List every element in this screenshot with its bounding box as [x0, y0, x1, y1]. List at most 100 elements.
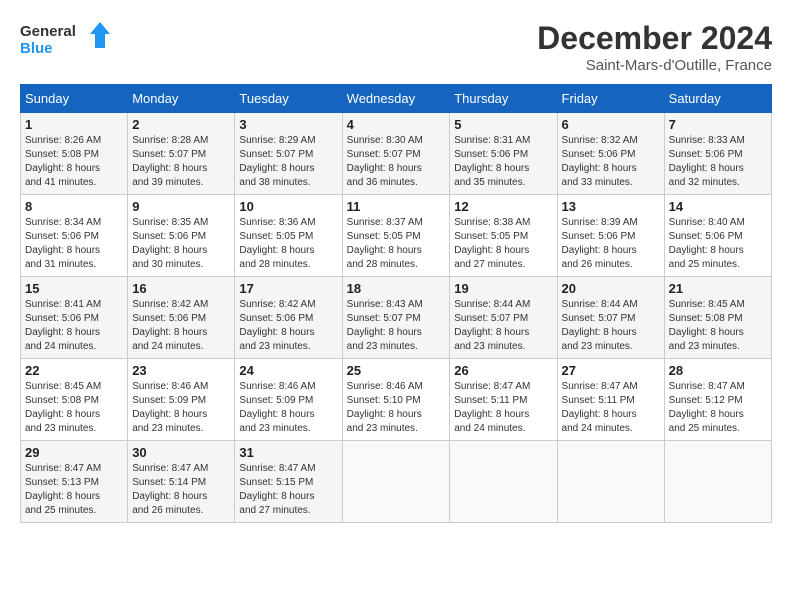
- day-info: Sunrise: 8:26 AM Sunset: 5:08 PM Dayligh…: [25, 134, 123, 190]
- day-number: 16: [132, 281, 230, 296]
- calendar-cell: 3 Sunrise: 8:29 AM Sunset: 5:07 PM Daylig…: [235, 113, 342, 195]
- day-number: 8: [25, 199, 123, 214]
- day-info: Sunrise: 8:35 AM Sunset: 5:06 PM Dayligh…: [132, 216, 230, 272]
- day-info: Sunrise: 8:47 AM Sunset: 5:11 PM Dayligh…: [562, 380, 660, 436]
- calendar-cell: 28 Sunrise: 8:47 AM Sunset: 5:12 PM Dayli…: [664, 359, 771, 441]
- day-info: Sunrise: 8:30 AM Sunset: 5:07 PM Dayligh…: [347, 134, 446, 190]
- calendar-cell: [557, 441, 664, 523]
- calendar-cell: 19 Sunrise: 8:44 AM Sunset: 5:07 PM Dayli…: [450, 277, 557, 359]
- calendar-cell: 21 Sunrise: 8:45 AM Sunset: 5:08 PM Dayli…: [664, 277, 771, 359]
- day-number: 6: [562, 117, 660, 132]
- day-info: Sunrise: 8:46 AM Sunset: 5:09 PM Dayligh…: [239, 380, 337, 436]
- day-number: 2: [132, 117, 230, 132]
- day-info: Sunrise: 8:29 AM Sunset: 5:07 PM Dayligh…: [239, 134, 337, 190]
- day-number: 26: [454, 363, 552, 378]
- calendar-cell: 26 Sunrise: 8:47 AM Sunset: 5:11 PM Dayli…: [450, 359, 557, 441]
- calendar-cell: 15 Sunrise: 8:41 AM Sunset: 5:06 PM Dayli…: [21, 277, 128, 359]
- day-number: 9: [132, 199, 230, 214]
- day-number: 24: [239, 363, 337, 378]
- day-number: 23: [132, 363, 230, 378]
- calendar-cell: 18Sunrise: 8:43 AM Sunset: 5:07 PM Dayli…: [342, 277, 450, 359]
- header-thursday: Thursday: [450, 85, 557, 113]
- day-number: 17: [239, 281, 337, 296]
- calendar-cell: [450, 441, 557, 523]
- calendar-week-4: 22Sunrise: 8:45 AM Sunset: 5:08 PM Dayli…: [21, 359, 772, 441]
- day-info: Sunrise: 8:47 AM Sunset: 5:13 PM Dayligh…: [25, 462, 123, 518]
- day-number: 7: [669, 117, 767, 132]
- calendar-week-5: 29 Sunrise: 8:47 AM Sunset: 5:13 PM Dayli…: [21, 441, 772, 523]
- month-title: December 2024: [537, 20, 772, 57]
- calendar-cell: [342, 441, 450, 523]
- day-number: 20: [562, 281, 660, 296]
- day-info: Sunrise: 8:39 AM Sunset: 5:06 PM Dayligh…: [562, 216, 660, 272]
- day-number: 27: [562, 363, 660, 378]
- day-number: 4: [347, 117, 446, 132]
- svg-text:General: General: [20, 23, 76, 40]
- day-info: Sunrise: 8:47 AM Sunset: 5:11 PM Dayligh…: [454, 380, 552, 436]
- calendar-cell: 20 Sunrise: 8:44 AM Sunset: 5:07 PM Dayli…: [557, 277, 664, 359]
- header-monday: Monday: [128, 85, 235, 113]
- title-block: December 2024 Saint-Mars-d'Outille, Fran…: [537, 20, 772, 74]
- day-info: Sunrise: 8:46 AM Sunset: 5:10 PM Dayligh…: [347, 380, 446, 436]
- calendar-cell: 24 Sunrise: 8:46 AM Sunset: 5:09 PM Dayli…: [235, 359, 342, 441]
- day-number: 11: [347, 199, 446, 214]
- calendar-cell: 22Sunrise: 8:45 AM Sunset: 5:08 PM Dayli…: [21, 359, 128, 441]
- day-number: 10: [239, 199, 337, 214]
- day-number: 18: [347, 281, 446, 296]
- calendar-cell: 7 Sunrise: 8:33 AM Sunset: 5:06 PM Daylig…: [664, 113, 771, 195]
- page-header: General Blue December 2024 Saint-Mars-d'…: [20, 20, 772, 74]
- calendar-body: 1 Sunrise: 8:26 AM Sunset: 5:08 PM Daylig…: [21, 113, 772, 523]
- day-number: 5: [454, 117, 552, 132]
- day-info: Sunrise: 8:44 AM Sunset: 5:07 PM Dayligh…: [562, 298, 660, 354]
- day-number: 3: [239, 117, 337, 132]
- calendar-week-2: 8 Sunrise: 8:34 AM Sunset: 5:06 PM Daylig…: [21, 195, 772, 277]
- calendar-cell: 13Sunrise: 8:39 AM Sunset: 5:06 PM Dayli…: [557, 195, 664, 277]
- svg-text:Blue: Blue: [20, 40, 53, 57]
- day-info: Sunrise: 8:34 AM Sunset: 5:06 PM Dayligh…: [25, 216, 123, 272]
- day-info: Sunrise: 8:47 AM Sunset: 5:14 PM Dayligh…: [132, 462, 230, 518]
- day-number: 29: [25, 445, 123, 460]
- day-info: Sunrise: 8:42 AM Sunset: 5:06 PM Dayligh…: [239, 298, 337, 354]
- calendar-cell: 2Sunrise: 8:28 AM Sunset: 5:07 PM Daylig…: [128, 113, 235, 195]
- day-info: Sunrise: 8:36 AM Sunset: 5:05 PM Dayligh…: [239, 216, 337, 272]
- day-info: Sunrise: 8:47 AM Sunset: 5:12 PM Dayligh…: [669, 380, 767, 436]
- day-number: 28: [669, 363, 767, 378]
- day-info: Sunrise: 8:40 AM Sunset: 5:06 PM Dayligh…: [669, 216, 767, 272]
- header-saturday: Saturday: [664, 85, 771, 113]
- calendar-cell: 17 Sunrise: 8:42 AM Sunset: 5:06 PM Dayli…: [235, 277, 342, 359]
- calendar-cell: 25 Sunrise: 8:46 AM Sunset: 5:10 PM Dayli…: [342, 359, 450, 441]
- header-tuesday: Tuesday: [235, 85, 342, 113]
- day-number: 25: [347, 363, 446, 378]
- calendar-week-3: 15 Sunrise: 8:41 AM Sunset: 5:06 PM Dayli…: [21, 277, 772, 359]
- day-info: Sunrise: 8:32 AM Sunset: 5:06 PM Dayligh…: [562, 134, 660, 190]
- day-number: 14: [669, 199, 767, 214]
- day-number: 21: [669, 281, 767, 296]
- day-number: 1: [25, 117, 123, 132]
- day-number: 15: [25, 281, 123, 296]
- day-info: Sunrise: 8:47 AM Sunset: 5:15 PM Dayligh…: [239, 462, 337, 518]
- logo: General Blue: [20, 20, 110, 58]
- calendar-cell: 12 Sunrise: 8:38 AM Sunset: 5:05 PM Dayli…: [450, 195, 557, 277]
- calendar-header-row: SundayMondayTuesdayWednesdayThursdayFrid…: [21, 85, 772, 113]
- calendar-table: SundayMondayTuesdayWednesdayThursdayFrid…: [20, 84, 772, 523]
- calendar-cell: 4 Sunrise: 8:30 AM Sunset: 5:07 PM Daylig…: [342, 113, 450, 195]
- header-sunday: Sunday: [21, 85, 128, 113]
- calendar-cell: 8 Sunrise: 8:34 AM Sunset: 5:06 PM Daylig…: [21, 195, 128, 277]
- day-info: Sunrise: 8:44 AM Sunset: 5:07 PM Dayligh…: [454, 298, 552, 354]
- calendar-cell: 6 Sunrise: 8:32 AM Sunset: 5:06 PM Daylig…: [557, 113, 664, 195]
- calendar-cell: 5 Sunrise: 8:31 AM Sunset: 5:06 PM Daylig…: [450, 113, 557, 195]
- day-info: Sunrise: 8:38 AM Sunset: 5:05 PM Dayligh…: [454, 216, 552, 272]
- header-wednesday: Wednesday: [342, 85, 450, 113]
- day-info: Sunrise: 8:42 AM Sunset: 5:06 PM Dayligh…: [132, 298, 230, 354]
- day-number: 19: [454, 281, 552, 296]
- day-info: Sunrise: 8:31 AM Sunset: 5:06 PM Dayligh…: [454, 134, 552, 190]
- calendar-cell: 23Sunrise: 8:46 AM Sunset: 5:09 PM Dayli…: [128, 359, 235, 441]
- calendar-cell: [664, 441, 771, 523]
- day-number: 12: [454, 199, 552, 214]
- calendar-cell: 30Sunrise: 8:47 AM Sunset: 5:14 PM Dayli…: [128, 441, 235, 523]
- day-info: Sunrise: 8:45 AM Sunset: 5:08 PM Dayligh…: [669, 298, 767, 354]
- day-info: Sunrise: 8:33 AM Sunset: 5:06 PM Dayligh…: [669, 134, 767, 190]
- generalblue-logo: General Blue: [20, 20, 110, 58]
- calendar-cell: 16 Sunrise: 8:42 AM Sunset: 5:06 PM Dayli…: [128, 277, 235, 359]
- day-info: Sunrise: 8:41 AM Sunset: 5:06 PM Dayligh…: [25, 298, 123, 354]
